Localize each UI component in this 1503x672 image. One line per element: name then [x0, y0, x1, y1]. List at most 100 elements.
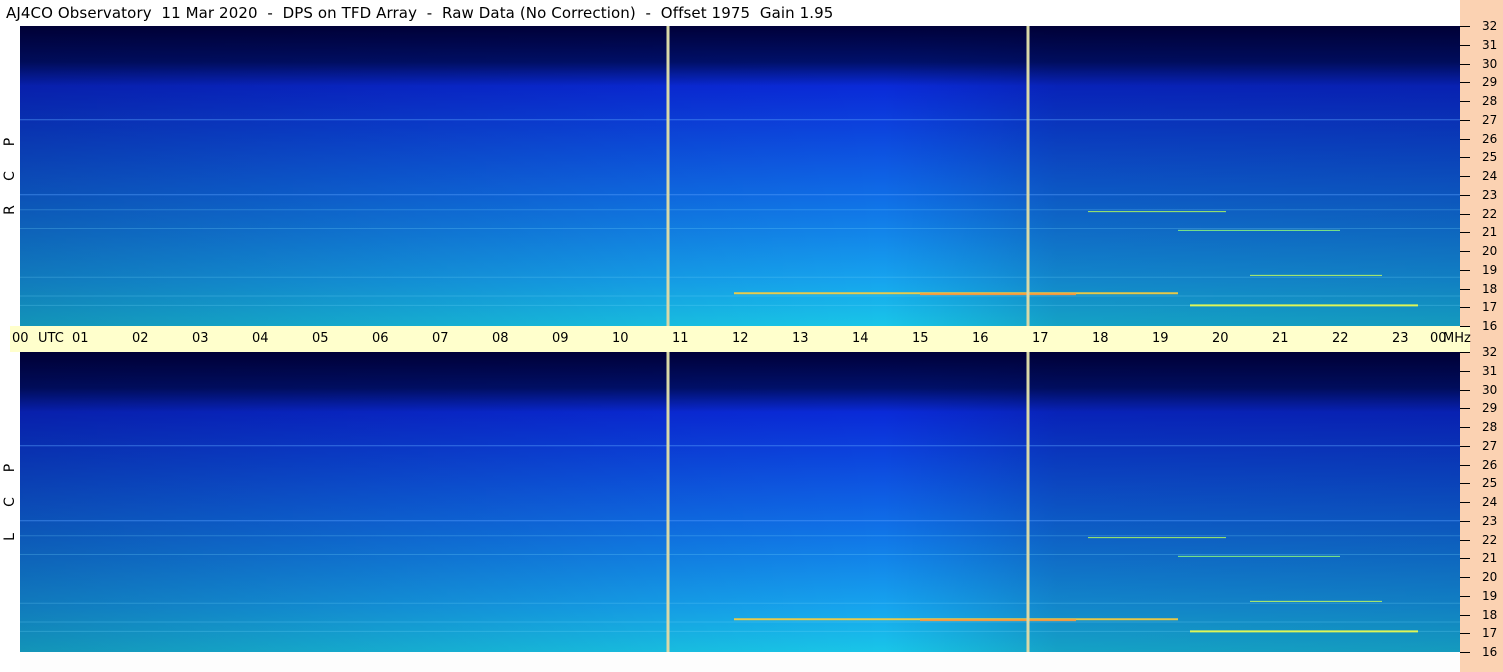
frequency-tick: [1460, 194, 1470, 196]
time-tick-label: 08: [492, 331, 509, 346]
time-tick-label: 16: [972, 331, 989, 346]
frequency-tick: [1460, 464, 1470, 466]
frequency-tick: [1460, 82, 1470, 84]
time-tick-label: 15: [912, 331, 929, 346]
time-tick-label: 06: [372, 331, 389, 346]
time-tick-label: 21: [1272, 331, 1289, 346]
frequency-tick-label: 16: [1482, 645, 1498, 659]
frequency-tick: [1460, 502, 1470, 503]
frequency-tick: [1460, 427, 1470, 428]
frequency-tick-label: 22: [1482, 532, 1498, 547]
time-tick-label: 10: [612, 331, 629, 346]
rcp-letter-p: P: [2, 137, 18, 147]
frequency-tick: [1460, 307, 1470, 309]
frequency-tick-label: 17: [1482, 300, 1498, 315]
frequency-tick: [1460, 577, 1470, 578]
time-tick-label: 17: [1032, 331, 1049, 346]
frequency-tick: [1460, 288, 1470, 290]
frequency-tick-label: 29: [1482, 75, 1498, 90]
lcp-spectrogram: [20, 352, 1460, 652]
frequency-tick: [1460, 445, 1470, 447]
time-tick-label: 03: [192, 331, 209, 346]
frequency-tick-label: 32: [1482, 345, 1498, 359]
rcp-spectrogram: [20, 26, 1460, 326]
frequency-unit-label: MHz: [1443, 331, 1471, 346]
frequency-tick: [1460, 539, 1470, 541]
time-tick-label: 20: [1212, 331, 1229, 346]
frequency-tick-label: 32: [1482, 19, 1498, 33]
frequency-tick: [1460, 614, 1470, 616]
rcp-letter-c: C: [2, 171, 18, 181]
frequency-tick: [1460, 138, 1470, 140]
frequency-tick: [1460, 483, 1470, 485]
frequency-tick-label: 30: [1482, 382, 1498, 397]
lcp-letter-p: P: [2, 463, 18, 473]
rcp-spectrogram-svg: [20, 26, 1460, 326]
time-tick-label: 13: [792, 331, 809, 346]
frequency-tick: [1460, 595, 1470, 597]
time-tick-label: 00: [12, 331, 29, 346]
title-bar: AJ4CO Observatory 11 Mar 2020 - DPS on T…: [0, 0, 1460, 26]
time-tick-label: 02: [132, 331, 149, 346]
frequency-tick: [1460, 389, 1470, 391]
time-tick-label: 12: [732, 331, 749, 346]
frequency-tick-label: 23: [1482, 187, 1498, 202]
frequency-tick-label: 21: [1482, 225, 1498, 240]
frequency-tick: [1460, 558, 1470, 560]
frequency-tick-label: 26: [1482, 131, 1498, 146]
time-tick-label: 18: [1092, 331, 1109, 346]
frequency-tick-label: 27: [1482, 112, 1498, 127]
frequency-tick-label: 30: [1482, 56, 1498, 71]
time-tick-label: 22: [1332, 331, 1349, 346]
frequency-tick: [1460, 63, 1470, 65]
frequency-tick: [1460, 652, 1470, 653]
frequency-tick: [1460, 251, 1470, 252]
rcp-letter-r: R: [2, 205, 18, 215]
chart-title: AJ4CO Observatory 11 Mar 2020 - DPS on T…: [6, 4, 834, 22]
frequency-tick-label: 20: [1482, 570, 1498, 584]
frequency-tick-label: 22: [1482, 206, 1498, 221]
frequency-tick-label: 25: [1482, 476, 1498, 491]
time-tick-label: 14: [852, 331, 869, 346]
frequency-tick-label: 25: [1482, 150, 1498, 165]
frequency-tick-label: 21: [1482, 551, 1498, 566]
frequency-tick-label: 16: [1482, 319, 1498, 333]
frequency-tick-label: 18: [1482, 281, 1498, 296]
frequency-tick: [1460, 633, 1470, 635]
frequency-tick: [1460, 232, 1470, 234]
frequency-tick: [1460, 520, 1470, 522]
frequency-tick-label: 28: [1482, 94, 1498, 108]
frequency-tick-label: 19: [1482, 262, 1498, 277]
spectrum-shading: [20, 26, 1460, 326]
time-tick-label: 19: [1152, 331, 1169, 346]
time-tick-label: 23: [1392, 331, 1409, 346]
frequency-tick-label: 18: [1482, 607, 1498, 622]
frequency-tick: [1460, 269, 1470, 271]
lcp-letter-l: L: [2, 533, 18, 541]
time-tick-label: 07: [432, 331, 449, 346]
time-tick-label: 09: [552, 331, 569, 346]
time-tick-label: 01: [72, 331, 89, 346]
lcp-letter-c: C: [2, 497, 18, 507]
frequency-tick: [1460, 26, 1470, 27]
frequency-tick: [1460, 157, 1470, 159]
frequency-tick-label: 24: [1482, 495, 1498, 509]
frequency-tick: [1460, 44, 1470, 46]
frequency-tick-label: 31: [1482, 363, 1498, 378]
time-tick-label: 04: [252, 331, 269, 346]
frequency-tick-label: 29: [1482, 401, 1498, 416]
frequency-tick-label: 28: [1482, 420, 1498, 434]
frequency-tick: [1460, 408, 1470, 410]
frequency-tick: [1460, 326, 1470, 327]
time-tick-label: 11: [672, 331, 689, 346]
time-unit-label: UTC: [38, 331, 64, 346]
frequency-tick-label: 26: [1482, 457, 1498, 472]
frequency-tick: [1460, 101, 1470, 102]
frequency-tick-label: 27: [1482, 438, 1498, 453]
frequency-tick: [1460, 176, 1470, 177]
frequency-tick: [1460, 119, 1470, 121]
spectrum-shading: [20, 352, 1460, 652]
frequency-tick-label: 20: [1482, 244, 1498, 258]
frequency-tick-label: 17: [1482, 626, 1498, 641]
frequency-tick-label: 19: [1482, 588, 1498, 603]
